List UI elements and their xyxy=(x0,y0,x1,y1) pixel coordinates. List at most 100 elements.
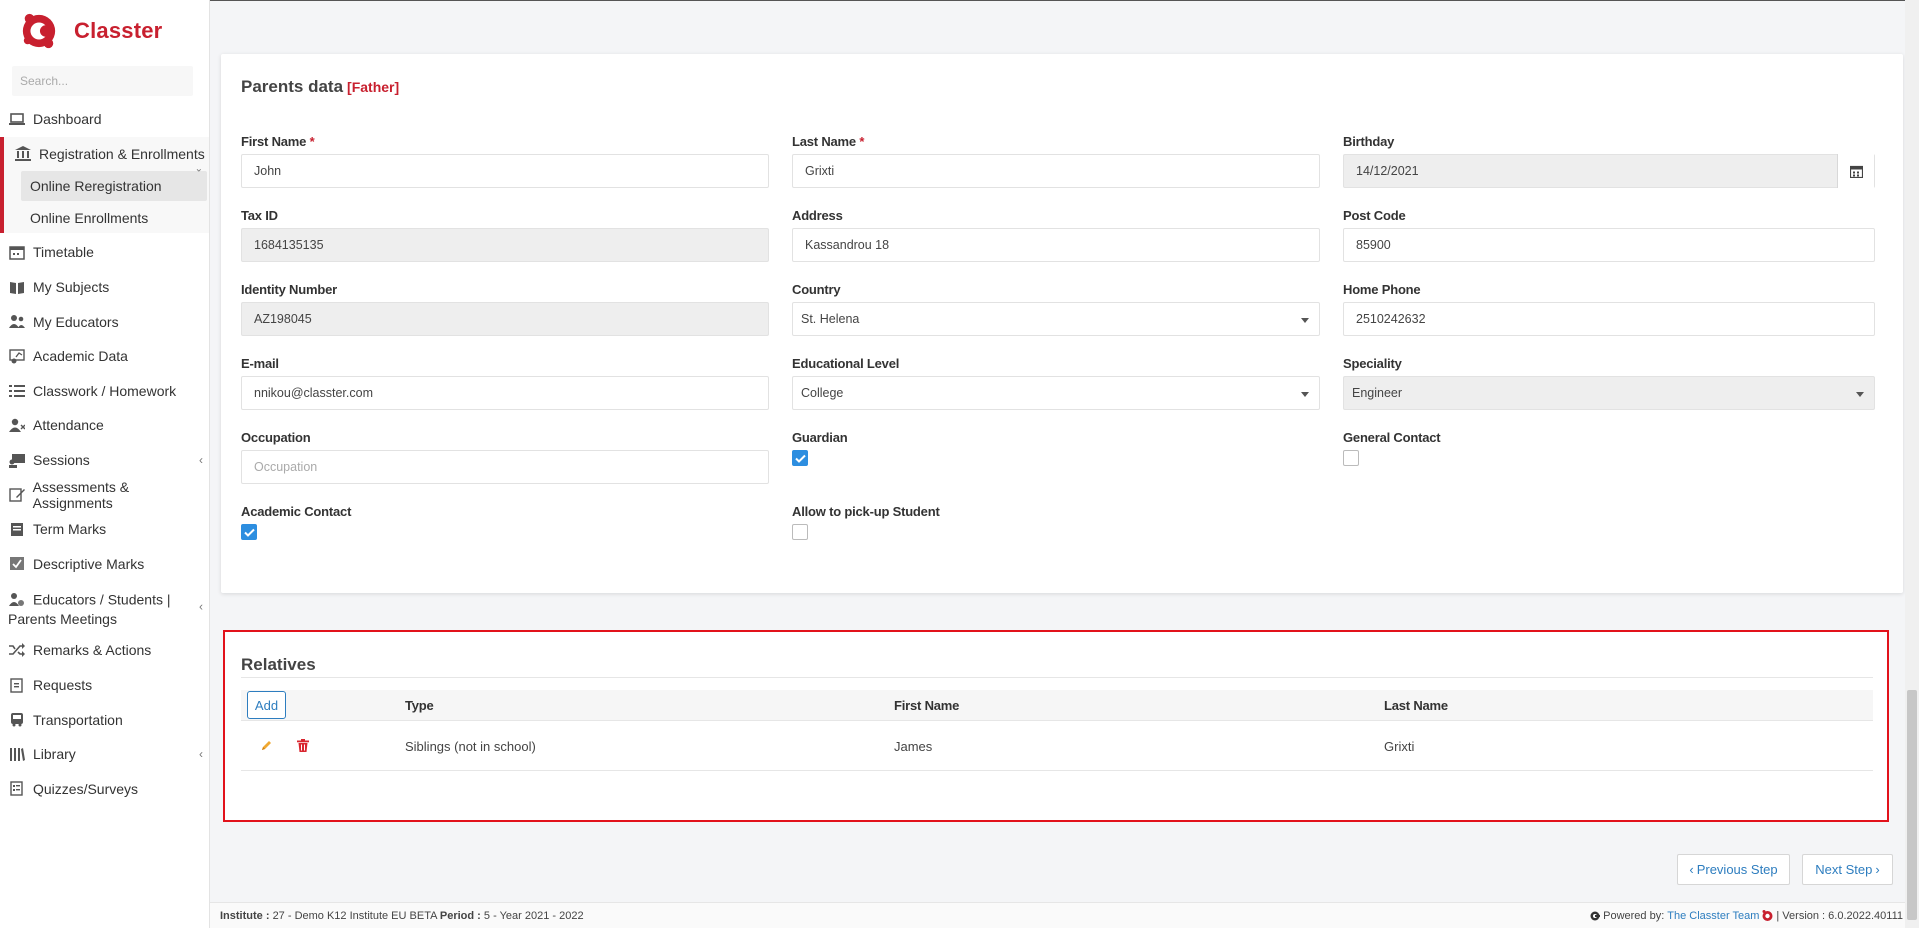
brand-name: Classter xyxy=(74,18,163,43)
post-code-field: Post Code 85900 xyxy=(1343,208,1875,262)
card-title-text: Parents data xyxy=(241,77,344,96)
sidebar-item-transportation[interactable]: Transportation xyxy=(0,702,209,737)
relatives-title: Relatives xyxy=(241,655,316,674)
sidebar-item-label: Requests xyxy=(33,677,93,694)
guardian-checkbox[interactable] xyxy=(792,450,808,466)
occupation-input[interactable]: Occupation xyxy=(241,450,769,484)
allow-pickup-checkbox[interactable] xyxy=(792,524,808,540)
sidebar-search xyxy=(12,66,193,96)
sidebar-item-label: Dashboard xyxy=(33,111,102,128)
sidebar-item-sessions[interactable]: Sessions ‹ xyxy=(0,443,209,478)
sidebar-item-dashboard[interactable]: Dashboard xyxy=(0,102,209,137)
relatives-table-header: Add Type First Name Last Name xyxy=(241,690,1873,721)
sidebar-item-library[interactable]: Library ‹ xyxy=(0,737,209,772)
sidebar-item-quizzes-surveys[interactable]: Quizzes/Surveys xyxy=(0,772,209,807)
chevron-left-icon: ‹ xyxy=(1689,862,1694,877)
previous-step-label: Previous Step xyxy=(1696,862,1778,877)
birthday-label: Birthday xyxy=(1343,134,1395,149)
country-label: Country xyxy=(792,282,841,297)
last-name-input[interactable]: Grixti xyxy=(792,154,1320,188)
educational-level-select[interactable]: College xyxy=(792,376,1320,410)
next-step-button[interactable]: Next Step › xyxy=(1802,854,1893,885)
scrollbar-thumb[interactable] xyxy=(1907,690,1917,920)
sidebar-item-registration-enrollments[interactable]: Registration & Enrollments ⌄ xyxy=(4,137,209,174)
identity-number-input[interactable]: AZ198045 xyxy=(241,302,769,336)
sidebar-item-academic-data[interactable]: Academic Data xyxy=(0,339,209,374)
chevron-right-icon: › xyxy=(1875,862,1880,877)
sidebar-item-label: Attendance xyxy=(33,417,104,434)
institute-value: 27 - Demo K12 Institute EU BETA xyxy=(272,910,437,922)
chevron-left-icon: ‹ xyxy=(199,453,203,468)
sidebar-subitem-online-reregistration[interactable]: Online Reregistration xyxy=(21,171,207,202)
shuffle-icon xyxy=(8,642,26,658)
sidebar-item-label: My Educators xyxy=(33,313,119,330)
sidebar-item-label: Descriptive Marks xyxy=(33,555,145,572)
next-step-label: Next Step xyxy=(1815,862,1873,877)
parent-type-tag: [Father] xyxy=(347,79,400,95)
post-code-label: Post Code xyxy=(1343,208,1406,223)
post-code-input[interactable]: 85900 xyxy=(1343,228,1875,262)
first-name-input[interactable]: John xyxy=(241,154,769,188)
add-relative-button[interactable]: Add xyxy=(247,691,286,719)
address-input[interactable]: Kassandrou 18 xyxy=(792,228,1320,262)
general-contact-field: General Contact xyxy=(1343,430,1871,466)
birthday-input[interactable]: 14/12/2021 xyxy=(1343,154,1875,188)
classter-team-link[interactable]: The Classter Team xyxy=(1667,910,1759,922)
trash-icon xyxy=(297,738,309,752)
first-name-field: First Name * John xyxy=(241,134,769,188)
delete-relative-button[interactable] xyxy=(294,736,312,754)
required-mark: * xyxy=(309,134,315,149)
sidebar-item-label: Sessions xyxy=(33,452,90,469)
sidebar-item-meetings[interactable]: Educators / Students | Parents Meetings … xyxy=(0,581,209,633)
powered-by-text: Powered by: xyxy=(1603,910,1665,922)
calendar-button[interactable] xyxy=(1837,154,1874,188)
occupation-label: Occupation xyxy=(241,430,311,445)
institute-label: Institute : xyxy=(220,910,270,922)
tax-id-input[interactable]: 1684135135 xyxy=(241,228,769,262)
parents-data-card: Parents data [Father] First Name * John L… xyxy=(221,54,1903,593)
sidebar-item-attendance[interactable]: Attendance xyxy=(0,408,209,443)
list-icon xyxy=(8,383,26,399)
country-select[interactable]: St. Helena xyxy=(792,302,1320,336)
general-contact-checkbox[interactable] xyxy=(1343,450,1359,466)
relative-type: Siblings (not in school) xyxy=(405,739,536,754)
sidebar-item-assessments-assignments[interactable]: Assessments & Assignments xyxy=(0,477,209,512)
home-phone-input[interactable]: 2510242632 xyxy=(1343,302,1875,336)
academic-contact-checkbox[interactable] xyxy=(241,524,257,540)
sidebar-item-classwork-homework[interactable]: Classwork / Homework xyxy=(0,374,209,409)
previous-step-button[interactable]: ‹ Previous Step xyxy=(1677,854,1790,885)
birthday-field: Birthday 14/12/2021 xyxy=(1343,134,1875,188)
page-scrollbar[interactable] xyxy=(1905,0,1919,928)
sidebar-nav-main: Timetable My Subjects My Educators Acade… xyxy=(0,235,209,806)
chart-icon xyxy=(8,348,26,364)
laptop-icon xyxy=(8,111,26,127)
identity-number-label: Identity Number xyxy=(241,282,337,297)
speciality-select[interactable]: Engineer xyxy=(1343,376,1875,410)
first-name-label: First Name * xyxy=(241,134,769,149)
academic-contact-label: Academic Contact xyxy=(241,504,352,519)
identity-number-field: Identity Number AZ198045 xyxy=(241,282,769,336)
sidebar-subitem-online-enrollments[interactable]: Online Enrollments xyxy=(21,203,207,233)
calendar-icon xyxy=(1849,165,1863,178)
sidebar-item-remarks-actions[interactable]: Remarks & Actions xyxy=(0,633,209,668)
sidebar-item-term-marks[interactable]: Term Marks xyxy=(0,512,209,547)
sidebar-item-label: Transportation xyxy=(33,711,123,728)
search-input[interactable] xyxy=(20,74,193,88)
sidebar-item-my-educators[interactable]: My Educators xyxy=(0,304,209,339)
academic-contact-field: Academic Contact xyxy=(241,504,769,540)
occupation-placeholder: Occupation xyxy=(254,460,318,474)
chevron-left-icon: ‹ xyxy=(199,747,203,762)
sidebar-item-descriptive-marks[interactable]: Descriptive Marks xyxy=(0,547,209,582)
occupation-field: Occupation Occupation xyxy=(241,430,769,484)
brand[interactable]: Classter xyxy=(0,0,209,62)
sidebar-item-timetable[interactable]: Timetable xyxy=(0,235,209,270)
column-header-last-name: Last Name xyxy=(1384,698,1448,713)
period-label: Period : xyxy=(439,910,481,922)
chevron-left-icon: ‹ xyxy=(199,599,203,614)
sidebar-item-my-subjects[interactable]: My Subjects xyxy=(0,270,209,305)
email-input[interactable]: nnikou@classter.com xyxy=(241,376,769,410)
edit-relative-button[interactable] xyxy=(257,736,275,754)
last-name-field: Last Name * Grixti xyxy=(792,134,1320,188)
column-header-first-name: First Name xyxy=(894,698,960,713)
sidebar-item-requests[interactable]: Requests xyxy=(0,668,209,703)
